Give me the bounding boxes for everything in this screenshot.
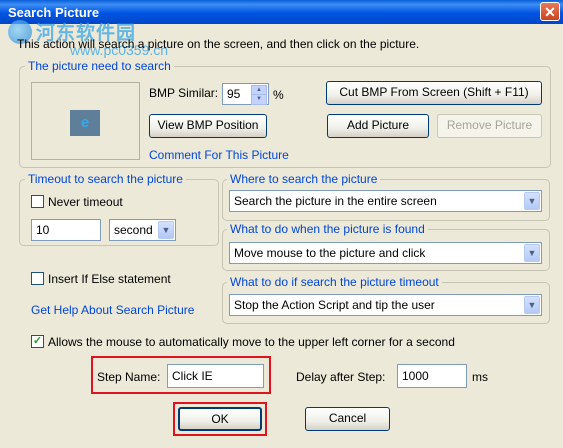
remove-picture-button[interactable]: Remove Picture: [437, 114, 542, 138]
never-timeout-checkbox[interactable]: [31, 195, 44, 208]
bmp-similar-value: 95: [227, 87, 241, 101]
spin-down-icon[interactable]: ▼: [251, 94, 267, 105]
ok-button[interactable]: OK: [178, 407, 262, 431]
close-icon: ✕: [544, 4, 556, 20]
chevron-down-icon: ▼: [524, 244, 540, 262]
insert-if-else-checkbox[interactable]: [31, 272, 44, 285]
cut-bmp-button[interactable]: Cut BMP From Screen (Shift + F11): [326, 81, 542, 105]
found-action-group-label: What to do when the picture is found: [227, 222, 428, 236]
close-button[interactable]: ✕: [540, 2, 560, 21]
add-picture-button[interactable]: Add Picture: [327, 114, 429, 138]
timeout-unit-value: second: [114, 223, 153, 237]
comment-link[interactable]: Comment For This Picture: [149, 148, 289, 162]
delay-unit-label: ms: [472, 370, 488, 384]
chevron-down-icon: ▼: [524, 296, 540, 314]
where-select-value: Search the picture in the entire screen: [234, 194, 437, 208]
allow-mouse-label: Allows the mouse to automatically move t…: [48, 335, 455, 349]
where-select[interactable]: Search the picture in the entire screen …: [229, 190, 542, 212]
step-name-label: Step Name:: [97, 370, 161, 384]
timeout-value-input[interactable]: 10: [31, 219, 101, 241]
timeout-action-select[interactable]: Stop the Action Script and tip the user …: [229, 294, 542, 316]
allow-mouse-checkbox[interactable]: ✓: [31, 335, 44, 348]
delay-input[interactable]: 1000: [397, 364, 467, 388]
found-action-select[interactable]: Move mouse to the picture and click ▼: [229, 242, 542, 264]
bmp-similar-input[interactable]: 95 ▲ ▼: [222, 83, 269, 105]
insert-if-else-label: Insert If Else statement: [48, 272, 171, 286]
chevron-down-icon: ▼: [524, 192, 540, 210]
checkmark-icon: ✓: [32, 335, 43, 347]
timeout-group-label: Timeout to search the picture: [25, 172, 186, 186]
step-name-input[interactable]: Click IE: [167, 364, 264, 388]
percent-label: %: [273, 88, 284, 102]
timeout-unit-select[interactable]: second ▼: [109, 219, 176, 241]
delay-label: Delay after Step:: [296, 370, 386, 384]
timeout-action-value: Stop the Action Script and tip the user: [234, 298, 435, 312]
where-group-label: Where to search the picture: [227, 172, 381, 186]
found-action-value: Move mouse to the picture and click: [234, 246, 426, 260]
picture-preview[interactable]: e: [31, 82, 140, 160]
never-timeout-label: Never timeout: [48, 195, 123, 209]
bmp-similar-label: BMP Similar:: [149, 86, 219, 100]
timeout-action-group-label: What to do if search the picture timeout: [227, 275, 442, 289]
description-text: This action will search a picture on the…: [17, 37, 420, 51]
help-link[interactable]: Get Help About Search Picture: [31, 303, 194, 317]
view-bmp-position-button[interactable]: View BMP Position: [149, 114, 267, 138]
cancel-button[interactable]: Cancel: [305, 407, 390, 431]
ie-thumbnail-icon: e: [70, 110, 100, 136]
chevron-down-icon: ▼: [158, 221, 174, 239]
picture-group-label: The picture need to search: [25, 59, 174, 73]
